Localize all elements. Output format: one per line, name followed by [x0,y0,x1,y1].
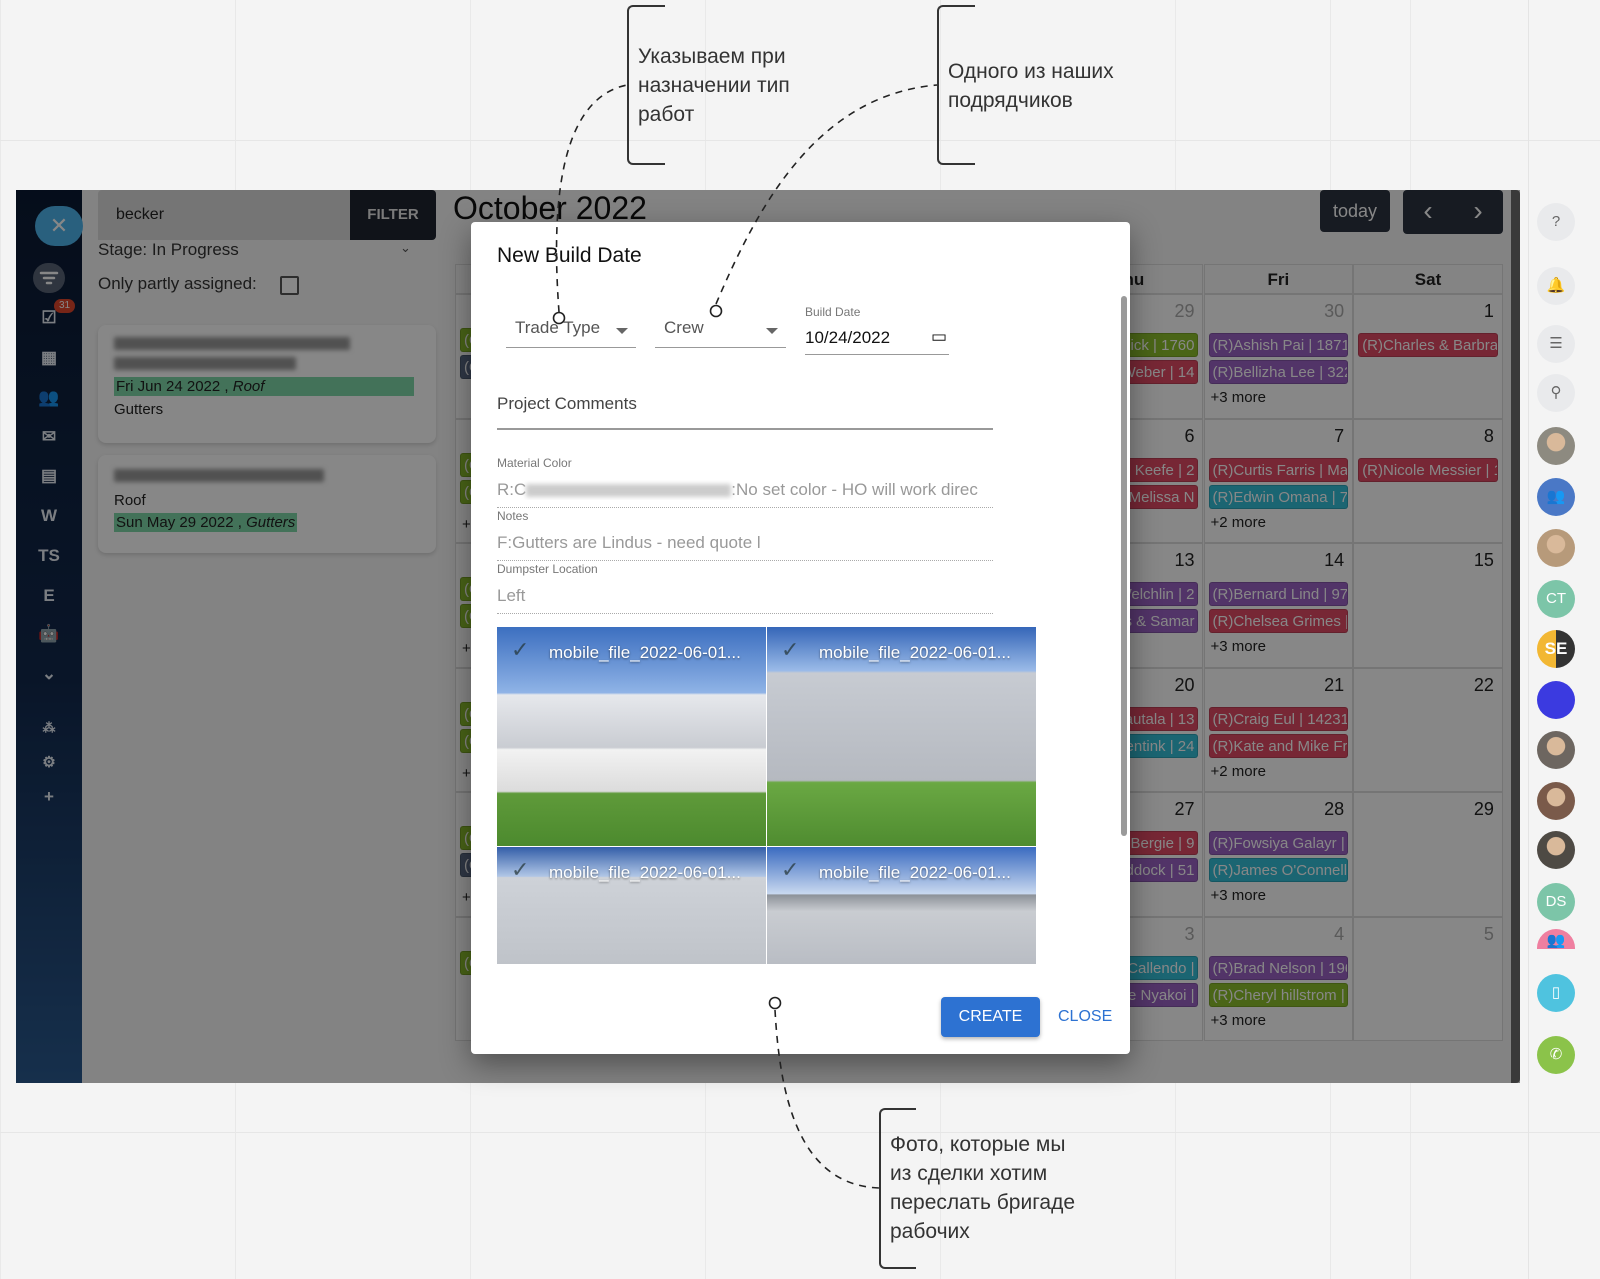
phone-icon[interactable]: ✆ [1537,1036,1575,1074]
avatar-photo[interactable] [1537,427,1575,465]
dashed-connector [555,84,938,1189]
chat-icon[interactable]: ☰ [1537,325,1575,363]
divider [1528,0,1529,1279]
annotation-connectors [552,84,938,1189]
search-icon[interactable]: ⚲ [1537,374,1575,412]
avatar-se-logo[interactable]: SE [1537,630,1575,668]
avatar-ct[interactable]: CT [1537,580,1575,618]
avatar-photo[interactable] [1537,529,1575,567]
avatar-ds[interactable]: DS [1537,883,1575,921]
help-icon[interactable]: ? [1537,203,1575,241]
avatar-photo[interactable] [1537,731,1575,769]
avatar-blue[interactable] [1537,681,1575,719]
avatar-photo[interactable] [1537,782,1575,820]
connector-anchor [709,304,723,318]
connector-anchor [552,311,566,325]
bell-icon[interactable]: 🔔 [1537,267,1575,305]
connector-anchor [768,996,782,1010]
avatar-photo[interactable] [1537,831,1575,869]
group-chat-icon[interactable]: 👥 [1537,478,1575,516]
mobile-cloud-icon[interactable]: ▯ [1537,974,1575,1012]
